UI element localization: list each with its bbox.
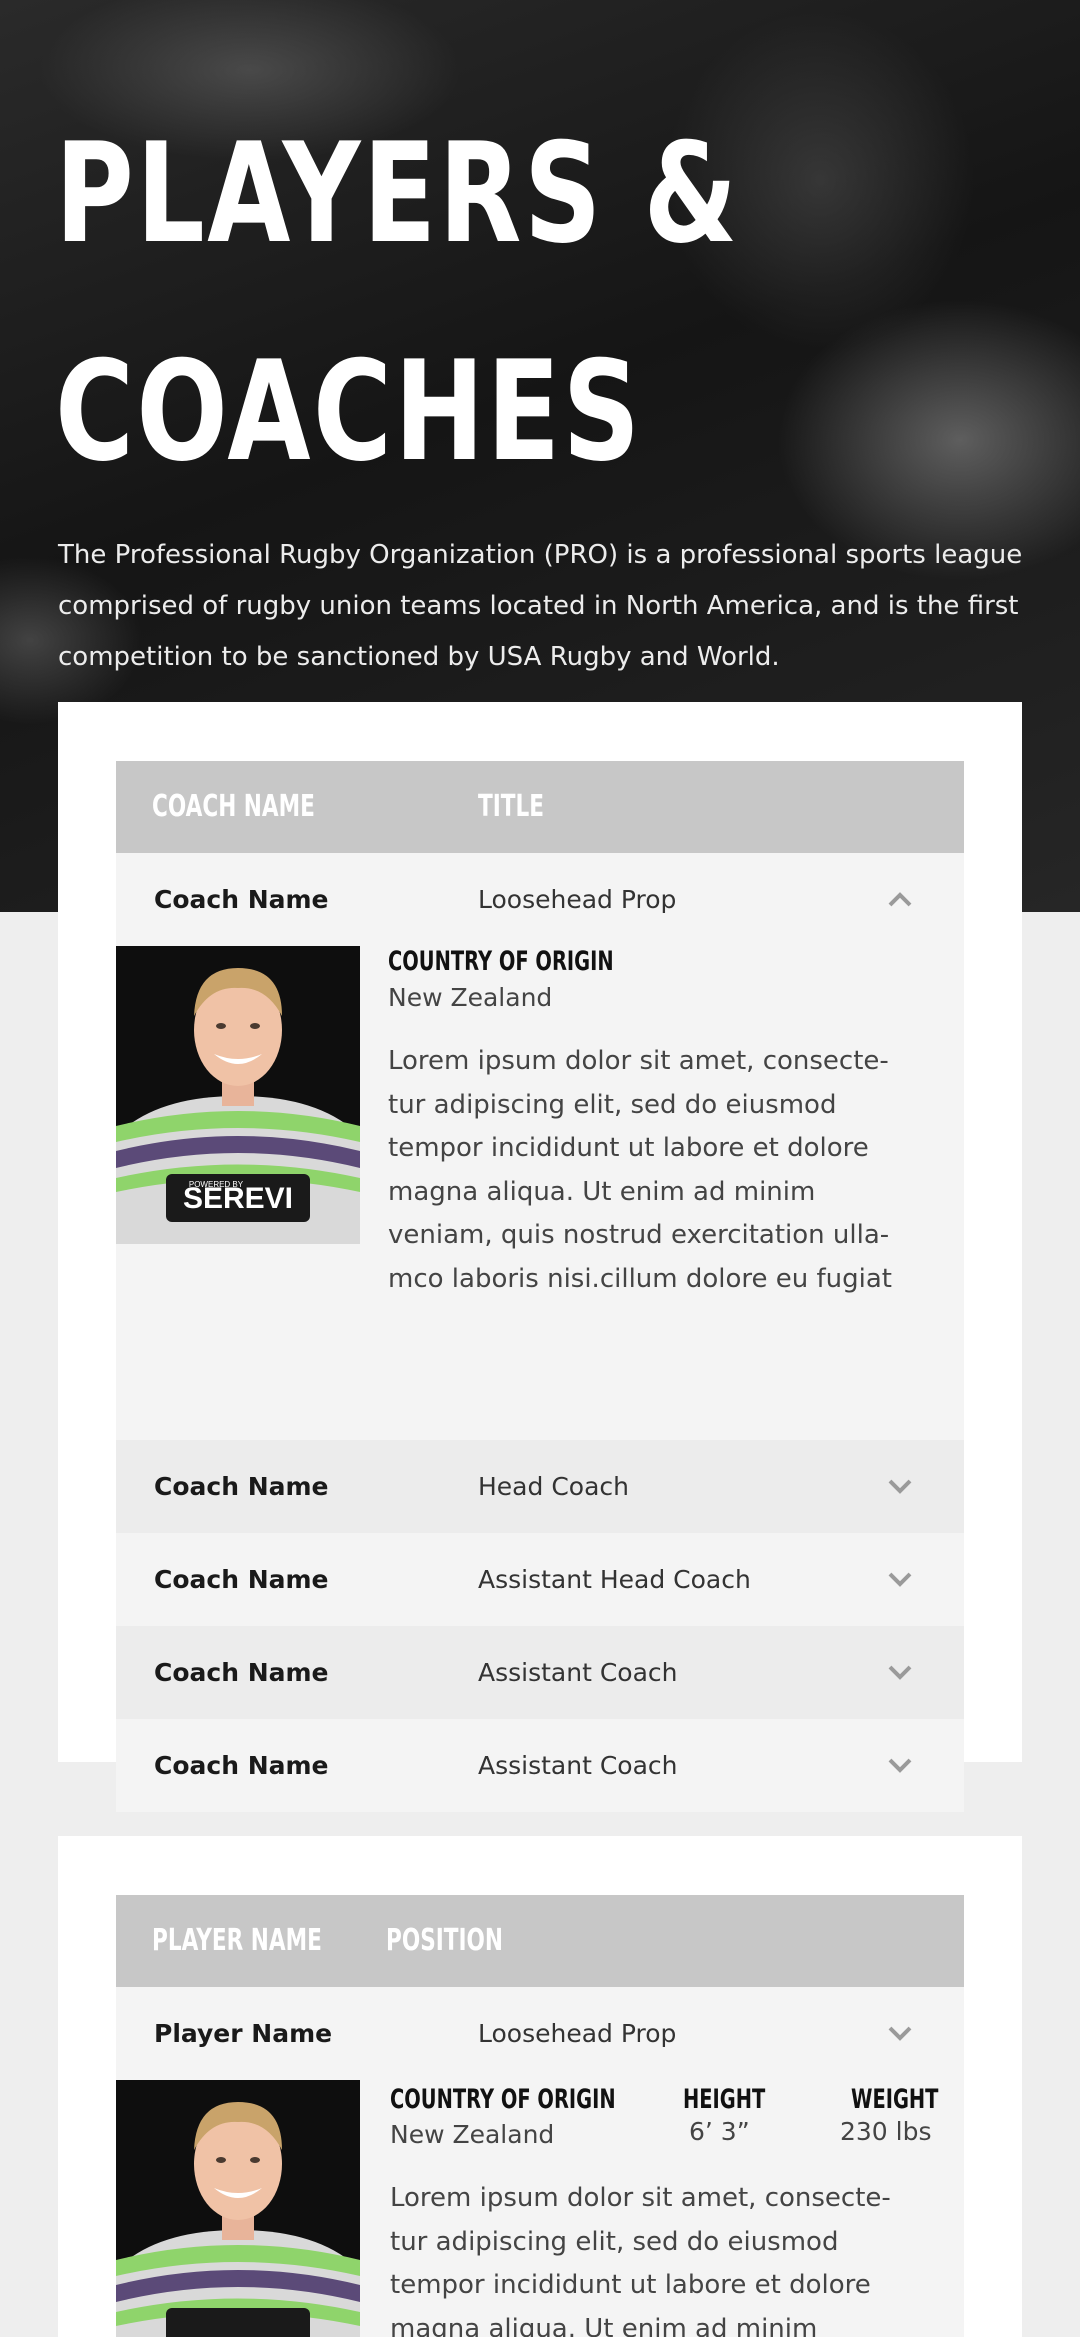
country-of-origin-label: COUNTRY OF ORIGIN: [390, 2084, 616, 2115]
chevron-down-icon[interactable]: [888, 2025, 912, 2041]
player-photo: [116, 2080, 360, 2337]
coach-row[interactable]: Coach Name Assistant Head Coach: [116, 1533, 964, 1626]
chevron-up-icon[interactable]: [888, 891, 912, 907]
player-row-expanded[interactable]: Player Name Loosehead Prop: [116, 1987, 964, 2080]
coach-row-expanded[interactable]: Coach Name Loosehead Prop: [116, 853, 964, 946]
coaches-table: COACH NAME TITLE Coach Name Loosehead Pr…: [116, 761, 964, 1812]
coach-row[interactable]: Coach Name Assistant Coach: [116, 1626, 964, 1719]
coach-title: Assistant Head Coach: [478, 1565, 751, 1594]
country-of-origin-value: New Zealand: [388, 983, 553, 1012]
bio-line: mco laboris nisi.cillum dolore eu fugiat: [388, 1263, 893, 1294]
page-title: PLAYERS & COACHES: [55, 85, 757, 521]
player-name-column-header: PLAYER NAME: [152, 1923, 322, 1958]
coach-bio: Lorem ipsum dolor sit amet, consecte- tu…: [388, 1040, 928, 1301]
bio-line: Lorem ipsum dolor sit amet, consecte-: [390, 2183, 891, 2213]
intro-paragraph: The Professional Rugby Organization (PRO…: [58, 530, 1058, 683]
intro-line: comprised of rugby union teams located i…: [58, 591, 1019, 621]
intro-line: The Professional Rugby Organization (PRO…: [58, 540, 1023, 570]
title-column-header: TITLE: [478, 789, 545, 824]
coach-title: Loosehead Prop: [478, 885, 677, 914]
country-of-origin-label: COUNTRY OF ORIGIN: [388, 946, 614, 977]
page-title-line-2: COACHES: [55, 331, 643, 492]
page-title-line-1: PLAYERS &: [55, 113, 740, 274]
weight-value: 230 lbs: [840, 2117, 932, 2146]
position-column-header: POSITION: [386, 1923, 503, 1958]
height-label: HEIGHT: [683, 2084, 766, 2115]
coach-photo: SEREVI POWERED BY: [116, 946, 360, 1244]
chevron-down-icon[interactable]: [888, 1757, 912, 1773]
bio-line: veniam, quis nostrud exercitation ulla-: [388, 1220, 890, 1250]
coach-name: Coach Name: [154, 1658, 329, 1687]
chevron-down-icon[interactable]: [888, 1571, 912, 1587]
intro-line: competition to be sanctioned by USA Rugb…: [58, 642, 780, 672]
height-value: 6’ 3”: [689, 2117, 750, 2146]
coach-row[interactable]: Coach Name Head Coach: [116, 1440, 964, 1533]
bio-line: tur adipiscing elit, sed do eiusmod: [390, 2226, 839, 2257]
coaches-card: COACH NAME TITLE Coach Name Loosehead Pr…: [58, 702, 1022, 1812]
player-details-panel: COUNTRY OF ORIGIN New Zealand HEIGHT 6’ …: [116, 2080, 964, 2337]
players-table-header: PLAYER NAME POSITION: [116, 1895, 964, 1987]
jersey-small-text: POWERED BY: [189, 1180, 244, 1189]
bio-line: Lorem ipsum dolor sit amet, consecte-: [388, 1046, 889, 1076]
players-card: PLAYER NAME POSITION Player Name Loosehe…: [58, 1836, 1022, 2337]
player-bio: Lorem ipsum dolor sit amet, consecte- tu…: [390, 2177, 930, 2337]
coach-title: Assistant Coach: [478, 1658, 678, 1687]
bio-line: magna aliqua. Ut enim ad minim: [390, 2313, 818, 2337]
coach-name-column-header: COACH NAME: [152, 789, 315, 824]
coach-name: Coach Name: [154, 1472, 329, 1501]
player-name: Player Name: [154, 2019, 333, 2048]
players-table: PLAYER NAME POSITION Player Name Loosehe…: [116, 1895, 964, 2337]
coach-details-panel: SEREVI POWERED BY COUNTRY OF ORIGIN New …: [116, 946, 964, 1440]
chevron-down-icon[interactable]: [888, 1478, 912, 1494]
coach-title: Assistant Coach: [478, 1751, 678, 1780]
country-of-origin-value: New Zealand: [390, 2120, 555, 2149]
weight-label: WEIGHT: [851, 2084, 939, 2115]
chevron-down-icon[interactable]: [888, 1664, 912, 1680]
coach-title: Head Coach: [478, 1472, 629, 1501]
coach-name: Coach Name: [154, 885, 329, 914]
bio-line: tempor incididunt ut labore et dolore: [388, 1133, 869, 1163]
bio-line: tempor incididunt ut labore et dolore: [390, 2270, 871, 2300]
player-position: Loosehead Prop: [478, 2019, 677, 2048]
coach-name: Coach Name: [154, 1565, 329, 1594]
bio-line: tur adipiscing elit, sed do eiusmod: [388, 1089, 837, 1120]
coaches-table-header: COACH NAME TITLE: [116, 761, 964, 853]
coach-name: Coach Name: [154, 1751, 329, 1780]
coach-row[interactable]: Coach Name Assistant Coach: [116, 1719, 964, 1812]
bio-line: magna aliqua. Ut enim ad minim: [388, 1176, 816, 1207]
